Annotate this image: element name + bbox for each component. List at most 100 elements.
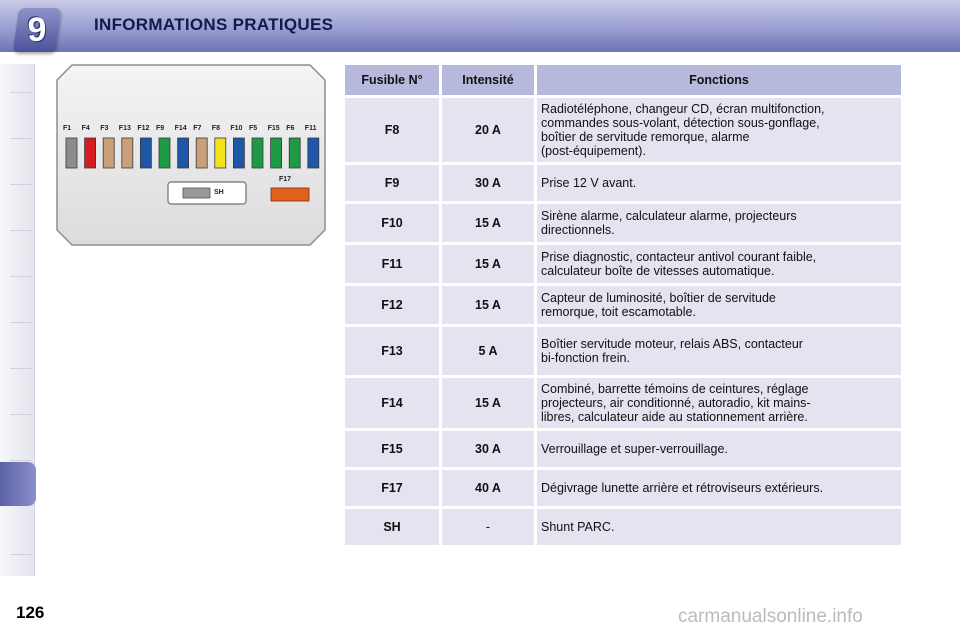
chapter-header: 9 INFORMATIONS PRATIQUES [0, 0, 960, 52]
fuse-intensity: 15 A [442, 204, 534, 242]
fuse-f9 [158, 137, 171, 169]
fuse-label-f15: F15 [267, 125, 280, 132]
side-tick [10, 138, 32, 139]
fuse-number: F10 [345, 204, 439, 242]
side-tick [10, 460, 32, 461]
fuse-table: Fusible N° Intensité Fonctions F8 20 A R… [342, 62, 904, 548]
fuse-functions: Combiné, barrette témoins de ceintures, … [537, 378, 901, 428]
fuse-label-f13: F13 [118, 125, 131, 132]
fuse-label-f9: F9 [156, 125, 165, 132]
side-tick [10, 230, 32, 231]
function-line: Radiotéléphone, changeur CD, écran multi… [541, 102, 825, 116]
side-tick [10, 368, 32, 369]
side-tab-chapter-9[interactable] [0, 462, 36, 506]
fuse-f15 [270, 137, 283, 169]
fuse-functions: Radiotéléphone, changeur CD, écran multi… [537, 98, 901, 162]
side-tick [10, 414, 32, 415]
function-line: Verrouillage et super-verrouillage. [541, 442, 728, 456]
fuse-f13 [121, 137, 134, 169]
function-line: calculateur boîte de vitesses automatiqu… [541, 264, 775, 278]
fuse-intensity: 15 A [442, 286, 534, 324]
header-intensity: Intensité [442, 65, 534, 95]
fuse-number: F8 [345, 98, 439, 162]
side-tick [10, 554, 32, 555]
function-line: commandes sous-volant, détection sous-go… [541, 116, 820, 130]
fuse-f17 [270, 187, 310, 202]
fuse-number: F9 [345, 165, 439, 201]
table-row: F8 20 A Radiotéléphone, changeur CD, écr… [345, 98, 901, 162]
fuse-f10 [232, 137, 245, 169]
fuse-f17-label: F17 [279, 176, 292, 183]
fuse-f8 [214, 137, 227, 169]
fuse-f7 [195, 137, 208, 169]
fuse-f11 [307, 137, 320, 169]
fuse-f6 [288, 137, 301, 169]
fuse-intensity: - [442, 509, 534, 545]
table-row: F13 5 A Boîtier servitude moteur, relais… [345, 327, 901, 375]
side-tick [10, 276, 32, 277]
fuse-intensity: 15 A [442, 378, 534, 428]
chapter-badge: 9 [12, 8, 62, 52]
table-row: F9 30 A Prise 12 V avant. [345, 165, 901, 201]
table-row: F11 15 A Prise diagnostic, contacteur an… [345, 245, 901, 283]
fuse-functions: Prise 12 V avant. [537, 165, 901, 201]
table-row: F10 15 A Sirène alarme, calculateur alar… [345, 204, 901, 242]
function-line: Combiné, barrette témoins de ceintures, … [541, 382, 809, 396]
function-line: projecteurs, air conditionné, autoradio,… [541, 396, 811, 410]
fuse-number: SH [345, 509, 439, 545]
fuse-intensity: 20 A [442, 98, 534, 162]
function-line: directionnels. [541, 223, 615, 237]
header-functions: Fonctions [537, 65, 901, 95]
function-line: libres, calculateur aide au stationnemen… [541, 410, 808, 424]
fuse-functions: Verrouillage et super-verrouillage. [537, 431, 901, 467]
fuse-f14 [177, 137, 189, 169]
table-header-row: Fusible N° Intensité Fonctions [345, 65, 901, 95]
fuse-label-f8: F8 [211, 125, 220, 132]
fuse-number: F11 [345, 245, 439, 283]
function-line: Capteur de luminosité, boîtier de servit… [541, 291, 776, 305]
function-line: remorque, toit escamotable. [541, 305, 696, 319]
table-row: F14 15 A Combiné, barrette témoins de ce… [345, 378, 901, 428]
fuse-functions: Capteur de luminosité, boîtier de servit… [537, 286, 901, 324]
table-row: F12 15 A Capteur de luminosité, boîtier … [345, 286, 901, 324]
fuse-intensity: 40 A [442, 470, 534, 506]
page-title: INFORMATIONS PRATIQUES [94, 15, 334, 34]
fuse-label-f14: F14 [174, 125, 187, 132]
function-line: Prise 12 V avant. [541, 176, 637, 190]
fuse-label-f10: F10 [230, 125, 243, 132]
watermark: carmanualsonline.info [678, 606, 863, 627]
fuse-box-diagram: F1 F4 F3 F13 F12 F9 F14 F7 F8 F10 F5 F15 F6 F11 SH F1… [56, 64, 326, 246]
function-line: (post-équipement). [541, 144, 646, 158]
table-row: F17 40 A Dégivrage lunette arrière et ré… [345, 470, 901, 506]
table-row: F15 30 A Verrouillage et super-verrouill… [345, 431, 901, 467]
fuse-box-drawing [56, 64, 326, 246]
fuse-number: F12 [345, 286, 439, 324]
fuse-label-f3: F3 [100, 125, 109, 132]
fuse-intensity: 30 A [442, 431, 534, 467]
side-tick [10, 322, 32, 323]
fuse-label-f4: F4 [81, 125, 90, 132]
shunt-fuse [182, 187, 211, 199]
shunt-label: SH [214, 189, 224, 196]
fuse-f1 [65, 137, 78, 169]
fuse-f3 [102, 137, 115, 169]
fuse-number: F13 [345, 327, 439, 375]
header-fuse-number: Fusible N° [345, 65, 439, 95]
fuse-f4 [84, 137, 97, 169]
fuse-label-f12: F12 [137, 125, 150, 132]
fuse-number: F17 [345, 470, 439, 506]
fuse-label-f1: F1 [63, 125, 72, 132]
fuse-functions: Prise diagnostic, contacteur antivol cou… [537, 245, 901, 283]
page-number: 126 [16, 603, 45, 622]
function-line: Prise diagnostic, contacteur antivol cou… [541, 250, 817, 264]
side-tick [10, 92, 32, 93]
function-line: boîtier de servitude remorque, alarme [541, 130, 750, 144]
fuse-label-f7: F7 [193, 125, 202, 132]
fuse-label-f6: F6 [286, 125, 295, 132]
fuse-intensity: 15 A [442, 245, 534, 283]
fuse-intensity: 5 A [442, 327, 534, 375]
fuse-label-f5: F5 [249, 125, 258, 132]
function-line: Shunt PARC. [541, 520, 615, 534]
fuse-number: F14 [345, 378, 439, 428]
function-line: Sirène alarme, calculateur alarme, proje… [541, 209, 797, 223]
